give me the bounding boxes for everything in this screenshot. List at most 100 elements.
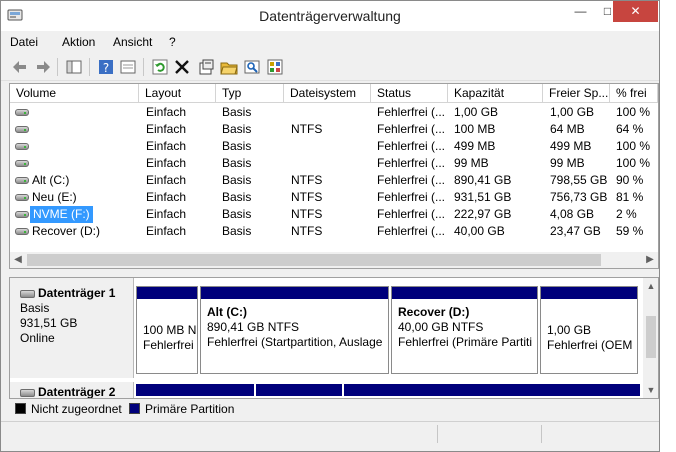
column-header-kapazitaet[interactable]: Kapazität xyxy=(448,84,543,103)
column-header-dateisystem[interactable]: Dateisystem xyxy=(284,84,371,103)
menu-datei[interactable]: Datei xyxy=(10,35,38,49)
drive-icon xyxy=(15,211,29,218)
search-icon[interactable] xyxy=(243,58,261,76)
refresh-icon[interactable] xyxy=(151,58,169,76)
cell-layout: Einfach xyxy=(146,139,187,153)
table-row[interactable]: Einfach Basis NTFS Fehlerfrei (... 100 M… xyxy=(10,121,658,138)
disk-2-info[interactable]: Datenträger 2 xyxy=(10,382,134,399)
settings-icon[interactable] xyxy=(266,58,284,76)
cell-kapazitaet: 100 MB xyxy=(454,122,496,136)
disk-2-name-row: Datenträger 2 xyxy=(20,385,133,399)
scroll-right-icon[interactable]: ▶ xyxy=(642,252,658,268)
drive-icon xyxy=(15,143,29,150)
column-header-volume[interactable]: Volume xyxy=(10,84,139,103)
back-arrow-icon[interactable] xyxy=(11,58,29,76)
drive-icon xyxy=(15,177,29,184)
delete-icon[interactable] xyxy=(173,58,191,76)
table-row[interactable]: Alt (C:) Einfach Basis NTFS Fehlerfrei (… xyxy=(10,172,658,189)
disk-2-partition[interactable] xyxy=(344,384,640,398)
scroll-up-icon[interactable]: ▲ xyxy=(643,278,658,294)
cell-typ: Basis xyxy=(222,122,252,136)
cell-kapazitaet: 40,00 GB xyxy=(454,224,505,238)
cell-prozent-frei: 90 % xyxy=(616,173,644,187)
cell-layout: Einfach xyxy=(146,173,187,187)
menu-ansicht[interactable]: Ansicht xyxy=(113,35,152,49)
partition-type-bar xyxy=(201,287,388,299)
column-header-typ[interactable]: Typ xyxy=(216,84,284,103)
disk-1-info[interactable]: Datenträger 1 Basis 931,51 GB Online xyxy=(10,278,134,378)
forward-arrow-icon[interactable] xyxy=(34,58,52,76)
hard-disk-icon xyxy=(20,290,35,298)
pane-splitter[interactable] xyxy=(1,269,659,277)
console-tree-icon[interactable] xyxy=(65,58,83,76)
cell-status: Fehlerfrei (... xyxy=(377,207,445,221)
partition-type-bar xyxy=(392,287,537,299)
scroll-thumb[interactable] xyxy=(646,316,656,358)
unallocated-swatch xyxy=(15,403,26,414)
menu-bar: Datei Aktion Ansicht ? xyxy=(1,31,659,53)
table-row[interactable]: Einfach Basis Fehlerfrei (... 1,00 GB 1,… xyxy=(10,104,658,121)
open-folder-icon[interactable] xyxy=(220,58,238,76)
cell-freier-speicher: 798,55 GB xyxy=(550,173,608,187)
cell-status: Fehlerfrei (... xyxy=(377,173,445,187)
partition-size: 1,00 GB xyxy=(547,323,592,337)
properties-view-icon[interactable] xyxy=(119,58,137,76)
cell-kapazitaet: 222,97 GB xyxy=(454,207,512,221)
cell-status: Fehlerfrei (... xyxy=(377,224,445,238)
volume-list: Volume Layout Typ Dateisystem Status Kap… xyxy=(9,83,659,269)
cell-freier-speicher: 1,00 GB xyxy=(550,105,595,119)
partition-size: 40,00 GB NTFS xyxy=(398,320,484,334)
cell-typ: Basis xyxy=(222,105,252,119)
cell-status: Fehlerfrei (... xyxy=(377,105,445,119)
column-header-status[interactable]: Status xyxy=(371,84,448,103)
disk-1-state: Online xyxy=(20,331,55,345)
cell-freier-speicher: 99 MB xyxy=(550,156,585,170)
cell-dateisystem: NTFS xyxy=(291,224,323,238)
horizontal-scrollbar[interactable]: ◀ ▶ xyxy=(10,252,658,268)
table-row[interactable]: Einfach Basis Fehlerfrei (... 99 MB 99 M… xyxy=(10,155,658,172)
table-row[interactable]: Neu (E:) Einfach Basis NTFS Fehlerfrei (… xyxy=(10,189,658,206)
cell-layout: Einfach xyxy=(146,224,187,238)
cell-kapazitaet: 1,00 GB xyxy=(454,105,499,119)
menu-help[interactable]: ? xyxy=(169,35,176,49)
close-button[interactable]: ✕ xyxy=(613,1,658,22)
cell-prozent-frei: 81 % xyxy=(616,190,644,204)
help-icon[interactable]: ? xyxy=(97,58,115,76)
table-row-selected[interactable]: NVME (F:) Einfach Basis NTFS Fehlerfrei … xyxy=(10,206,658,223)
partition-recover-d[interactable]: Recover (D:) 40,00 GB NTFS Fehlerfrei (P… xyxy=(391,286,538,374)
menu-aktion[interactable]: Aktion xyxy=(62,35,95,49)
column-header-freier-speicher[interactable]: Freier Sp... xyxy=(543,84,610,103)
cell-prozent-frei: 64 % xyxy=(616,122,644,136)
table-row[interactable]: Einfach Basis Fehlerfrei (... 499 MB 499… xyxy=(10,138,658,155)
title-bar: Datenträgerverwaltung — □ ✕ xyxy=(1,1,659,31)
scroll-down-icon[interactable]: ▼ xyxy=(643,382,658,398)
disk-2-partition[interactable] xyxy=(136,384,254,398)
cell-freier-speicher: 499 MB xyxy=(550,139,592,153)
scroll-left-icon[interactable]: ◀ xyxy=(10,252,26,268)
disk-2-partition[interactable] xyxy=(256,384,342,398)
cell-kapazitaet: 99 MB xyxy=(454,156,489,170)
column-header-layout[interactable]: Layout xyxy=(139,84,216,103)
toolbar-separator xyxy=(89,58,90,76)
properties-icon[interactable] xyxy=(197,58,215,76)
cell-status: Fehlerfrei (... xyxy=(377,139,445,153)
hard-disk-icon xyxy=(20,389,35,397)
column-header-prozent-frei[interactable]: % frei xyxy=(610,84,658,103)
status-bar-segment xyxy=(541,425,542,443)
window-title: Datenträgerverwaltung xyxy=(259,8,401,24)
vertical-scrollbar[interactable]: ▲ ▼ xyxy=(643,278,658,398)
cell-freier-speicher: 23,47 GB xyxy=(550,224,601,238)
table-row[interactable]: Recover (D:) Einfach Basis NTFS Fehlerfr… xyxy=(10,223,658,240)
partition-alt-c[interactable]: Alt (C:) 890,41 GB NTFS Fehlerfrei (Star… xyxy=(200,286,389,374)
cell-layout: Einfach xyxy=(146,122,187,136)
minimize-button[interactable]: — xyxy=(567,1,594,22)
partition-text: Recover (D:) 40,00 GB NTFS Fehlerfrei (P… xyxy=(398,305,532,350)
cell-prozent-frei: 100 % xyxy=(616,156,651,170)
disk-2-name: Datenträger 2 xyxy=(38,385,116,399)
partition-oem-1gb[interactable]: 1,00 GB Fehlerfrei (OEM xyxy=(540,286,638,374)
partition-recovery-100mb[interactable]: 100 MB N Fehlerfrei xyxy=(136,286,198,374)
scroll-thumb[interactable] xyxy=(27,254,601,266)
cell-typ: Basis xyxy=(222,156,252,170)
cell-typ: Basis xyxy=(222,139,252,153)
cell-typ: Basis xyxy=(222,224,252,238)
